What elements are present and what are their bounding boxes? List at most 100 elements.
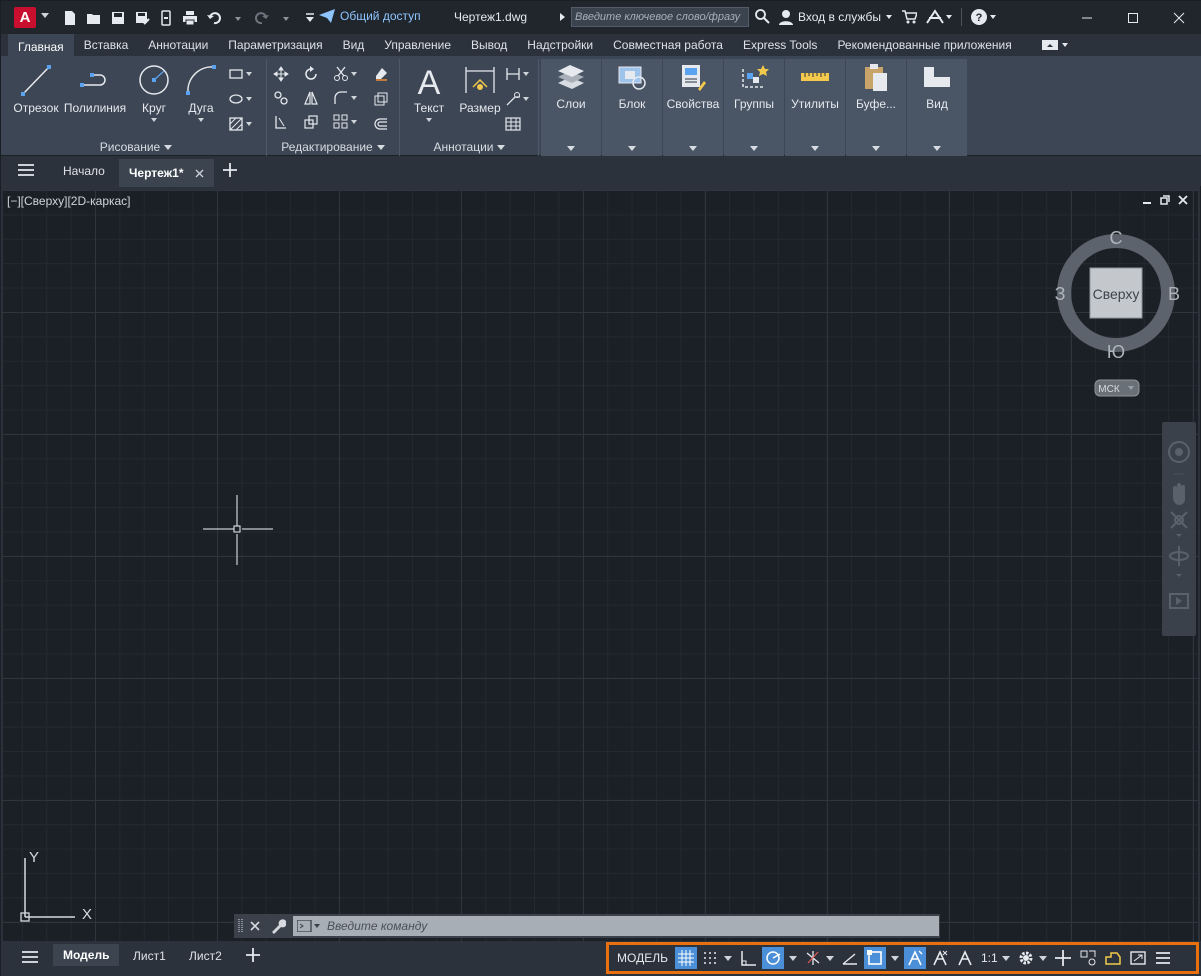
grip-handle-icon[interactable] [238, 917, 244, 935]
utilities-button[interactable]: Утилиты [787, 63, 843, 111]
polar-dropdown-icon[interactable] [787, 947, 799, 969]
ribbon-tab-featured-apps[interactable]: Рекомендованные приложения [827, 34, 1021, 56]
print-icon[interactable] [179, 8, 200, 27]
clean-screen-icon[interactable] [1127, 947, 1149, 969]
viewport-minimize-icon[interactable] [1142, 195, 1152, 205]
line-button[interactable]: Отрезок [8, 63, 64, 115]
workspace-gear-icon[interactable] [1015, 947, 1049, 969]
web-mobile-icon[interactable] [155, 8, 176, 27]
object-snap-icon[interactable] [863, 947, 886, 969]
hatch-button[interactable] [228, 115, 252, 133]
orbit-icon[interactable] [1169, 546, 1189, 566]
chevron-down-icon[interactable] [750, 146, 758, 151]
trim-button[interactable] [333, 65, 363, 83]
command-input[interactable]: Введите команду [293, 916, 939, 936]
app-menu-caret-icon[interactable] [41, 13, 49, 18]
hamburger-menu-icon[interactable] [17, 163, 35, 180]
ribbon-tab-parametric[interactable]: Параметризация [218, 34, 332, 56]
viewport-close-icon[interactable] [1178, 195, 1188, 205]
autodesk-a360-icon[interactable] [925, 9, 953, 25]
hardware-acceleration-icon[interactable] [1102, 947, 1124, 969]
maximize-icon[interactable] [1110, 1, 1156, 34]
chevron-down-icon[interactable] [628, 146, 636, 151]
close-icon[interactable] [1156, 1, 1201, 34]
layout-menu-icon[interactable] [21, 950, 39, 967]
compass-north[interactable]: С [1110, 228, 1123, 248]
ellipse-button[interactable] [228, 90, 252, 108]
ribbon-minimize-button[interactable] [1041, 40, 1069, 50]
search-icon[interactable] [754, 8, 770, 27]
viewport-restore-icon[interactable] [1160, 195, 1170, 205]
tab-drawing1[interactable]: Чертеж1* [119, 159, 214, 187]
explode-button[interactable] [373, 90, 389, 108]
modify-panel-title[interactable]: Редактирование [267, 138, 399, 156]
new-file-icon[interactable] [59, 8, 80, 27]
compass-west[interactable]: З [1055, 284, 1066, 304]
grid-toggle-icon[interactable] [674, 947, 697, 969]
redo-icon[interactable] [251, 8, 272, 27]
chevron-down-icon[interactable] [1038, 955, 1047, 961]
dimension-button[interactable]: Размер [452, 63, 508, 115]
rectangle-button[interactable] [228, 65, 252, 83]
draw-panel-title[interactable]: Рисование [6, 138, 266, 156]
close-command-line-icon[interactable] [250, 921, 260, 931]
linear-dimension-button[interactable] [505, 65, 529, 83]
ortho-mode-icon[interactable] [737, 947, 759, 969]
annotation-monitor-icon[interactable] [1052, 947, 1074, 969]
isolate-objects-icon[interactable] [1077, 947, 1099, 969]
cart-icon[interactable] [901, 9, 917, 25]
array-button[interactable] [333, 113, 363, 131]
ribbon-tab-addins[interactable]: Надстройки [517, 34, 603, 56]
chevron-down-icon[interactable] [198, 118, 204, 122]
new-layout-icon[interactable] [245, 947, 261, 966]
new-tab-icon[interactable] [222, 162, 238, 181]
stretch-button[interactable] [273, 113, 303, 131]
undo-dropdown-icon[interactable] [227, 8, 248, 27]
viewcube[interactable]: Сверху С Ю В З МСК [1053, 228, 1183, 408]
chevron-down-icon[interactable] [811, 146, 819, 151]
command-history-icon[interactable] [297, 920, 321, 932]
copy-button[interactable] [273, 89, 303, 107]
properties-panel[interactable]: Свойства [663, 59, 723, 156]
layers-button[interactable]: Слои [543, 63, 599, 111]
model-space-button[interactable]: МОДЕЛЬ [613, 947, 672, 969]
chevron-down-icon[interactable] [872, 146, 880, 151]
tab-start[interactable]: Начало [63, 162, 105, 186]
viewport-controls-label[interactable]: [−][Сверху][2D-каркас] [7, 194, 131, 208]
clipboard-button[interactable]: Буфе... [848, 63, 904, 111]
move-button[interactable] [273, 65, 303, 83]
ribbon-tab-express-tools[interactable]: Express Tools [733, 34, 827, 56]
leader-button[interactable] [505, 90, 529, 108]
customization-menu-icon[interactable] [1152, 947, 1174, 969]
layout-tab-sheet1[interactable]: Лист1 [133, 949, 166, 963]
showmotion-icon[interactable] [1169, 593, 1189, 609]
groups-button[interactable]: Группы [726, 63, 782, 111]
compass-east[interactable]: В [1168, 284, 1180, 304]
annotation-panel-title[interactable]: Аннотации [401, 138, 538, 156]
offset-button[interactable] [373, 115, 389, 133]
share-button[interactable]: Общий доступ [319, 9, 421, 23]
customize-qat-icon[interactable] [299, 8, 320, 27]
block-button[interactable]: Блок [604, 63, 660, 111]
utilities-panel[interactable]: Утилиты [785, 59, 845, 156]
customize-wrench-icon[interactable] [270, 918, 286, 934]
signin-button[interactable]: Вход в службы [778, 9, 893, 25]
chevron-down-icon[interactable] [723, 955, 732, 961]
arc-button[interactable]: Дуга [173, 63, 229, 122]
table-button[interactable] [505, 115, 529, 133]
scale-dropdown[interactable]: 1:1 [979, 947, 1012, 969]
chevron-down-icon[interactable] [689, 146, 697, 151]
clipboard-panel[interactable]: Буфе... [846, 59, 906, 156]
search-input[interactable]: Введите ключевое слово/фразу [571, 7, 749, 27]
scale-button[interactable] [303, 113, 333, 131]
snap-mode-icon[interactable] [700, 947, 734, 969]
groups-panel[interactable]: Группы [724, 59, 784, 156]
ribbon-tab-manage[interactable]: Управление [374, 34, 461, 56]
chevron-down-icon[interactable] [933, 146, 941, 151]
compass-south[interactable]: Ю [1107, 342, 1125, 362]
help-icon[interactable]: ? [970, 8, 998, 26]
minimize-icon[interactable] [1064, 1, 1110, 34]
ribbon-tab-collaborate[interactable]: Совместная работа [603, 34, 733, 56]
mirror-button[interactable] [303, 89, 333, 107]
view-panel[interactable]: Вид [907, 59, 967, 156]
